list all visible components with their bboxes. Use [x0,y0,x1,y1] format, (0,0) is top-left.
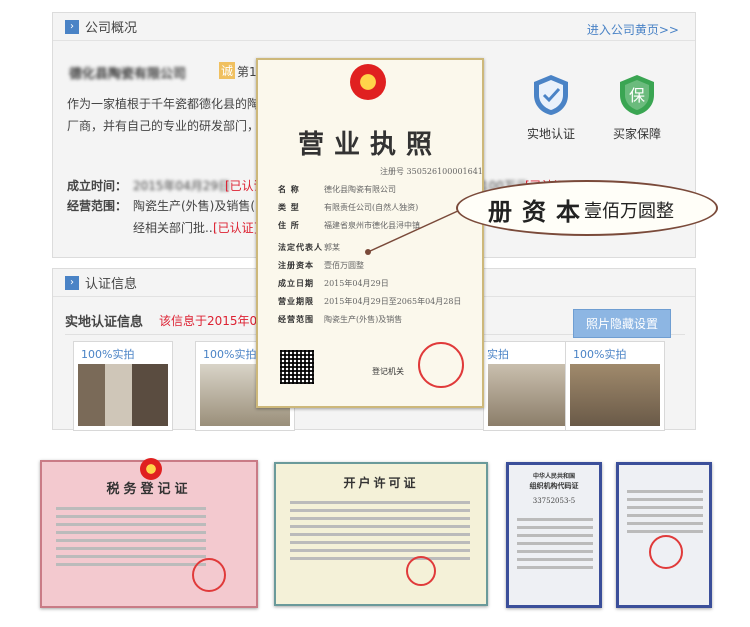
bank-seal [406,556,436,586]
photo-hide-settings-button[interactable]: 照片隐藏设置 [572,309,671,338]
year-count: 第1 [237,65,257,79]
certification-title: 认证信息 [85,277,138,292]
intro-line-2: 厂商，并有自己的专业的研发部门，不 [67,119,272,133]
license-row-scope: 经营范围 陶瓷生产(外售)及销售 [278,314,403,324]
license-row-name: 名 称德化县陶瓷有限公司 [278,184,396,194]
license-title: 营业执照 [297,130,442,160]
license-authority: 登记机关 [372,367,404,376]
license-row-founded: 成立日期 2015年04月29日 [278,278,389,288]
photo-tag: 100%实拍 [200,346,260,362]
photo-tag: 实拍 [484,346,512,362]
scope-value-2: 经相关部门批... [133,221,217,235]
onsite-photo-6[interactable]: 100%实拍 [565,341,665,431]
intro-line-1: 作为一家植根于千年瓷都德化县的陶瓷 [67,97,272,111]
company-yellowpage-link[interactable]: 进入公司黄页>> [587,21,679,38]
photo-tag: 100%实拍 [78,346,138,362]
scope-label: 经营范围： [67,199,128,213]
tax-seal [192,558,226,592]
callout-pointer [365,209,461,255]
scope-value: 陶瓷生产(外售)及销售( [133,199,256,213]
overview-header: › 公司概况 进入公司黄页>> [53,13,695,41]
callout-key: 册资本 [488,197,590,226]
trust-badge: 诚 [219,62,236,79]
official-seal [418,342,464,388]
org-code-image: 中华人民共和国 组织机构代码证 33752053-5 [506,462,602,608]
onsite-shield-icon[interactable] [531,73,571,117]
chevron-right-icon: › [65,19,79,34]
onsite-photo-1[interactable]: 100%实拍 [73,341,173,431]
national-emblem-icon [350,64,386,100]
photo-tag: 100%实拍 [570,346,630,362]
license-reg-no: 注册号 350526100001641 [380,167,483,176]
qr-code [280,350,314,384]
capital-callout: 册资本 壹佰万圆整 [456,180,718,236]
callout-value: 壹佰万圆整 [584,201,674,222]
license-row-rep: 法定代表人郭某 [278,242,340,252]
license-row-capital: 注册资本 壹佰万圆整 [278,260,364,270]
overview-title: 公司概况 [85,21,138,36]
license-row-term: 营业期限 2015年04月29日至2065年04月28日 [278,296,462,306]
org-code-copy-image [616,462,712,608]
scope-verified: [已认证] [213,221,259,235]
founded-label: 成立时间： [67,179,128,193]
tax-title: 税务登记证 [106,482,192,497]
buyer-protection-label[interactable]: 买家保障 [613,125,661,142]
tab-onsite-info[interactable]: 实地认证信息 [65,311,143,330]
chevron-right-icon: › [65,275,79,290]
buyer-protection-shield-icon[interactable]: 保 [617,73,657,117]
company-name[interactable]: 德化县陶瓷有限公司 [69,63,186,82]
org-header-2: 组织机构代码证 [529,481,579,490]
tax-registration-image: 税务登记证 [40,458,258,608]
founded-value: 2015年04月29日 [133,179,231,193]
protection-glyph: 保 [629,86,645,105]
account-permit-title: 开户许可证 [343,476,419,490]
national-emblem-icon [140,458,162,480]
org-code: 33752053-5 [532,497,576,505]
account-permit-image: 开户许可证 [274,462,488,606]
org-seal [649,535,683,569]
onsite-verify-label[interactable]: 实地认证 [527,125,575,142]
tab-note: 该信息于2015年04 [159,314,265,328]
org-header-1: 中华人民共和国 [532,473,575,480]
